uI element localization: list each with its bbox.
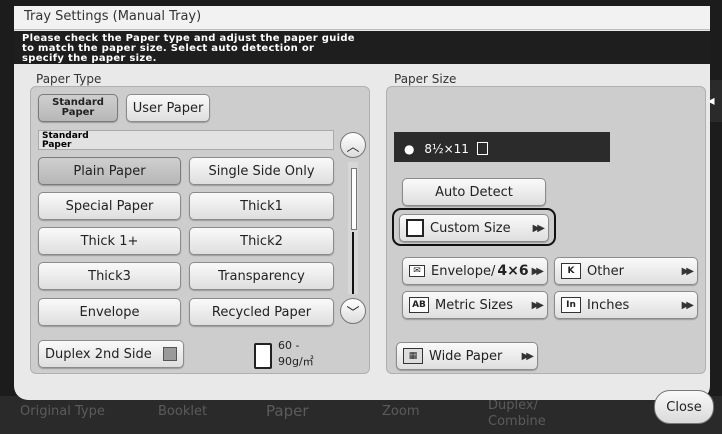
paper-type-plain-paper[interactable]: Plain Paper (38, 157, 181, 185)
envelope-icon: ✉ (409, 265, 425, 277)
paper-size-label: Paper Size (394, 72, 457, 86)
pointer-hand-icon: ● (404, 142, 415, 156)
duplex-2nd-side-button[interactable]: Duplex 2nd Side (38, 340, 184, 368)
background-tab-original-type: Original Type (20, 404, 105, 419)
scrollbar-track[interactable] (348, 162, 358, 294)
metric-sizes-label: Metric Sizes (435, 297, 514, 313)
dialog-title: Tray Settings (Manual Tray) (14, 6, 710, 30)
background-tab-combine: Combine (488, 414, 546, 429)
background-tab-booklet: Booklet (158, 404, 208, 419)
tab-standard-paper[interactable]: Standard Paper (38, 94, 118, 122)
duplex-2nd-side-label: Duplex 2nd Side (45, 346, 152, 362)
double-arrow-right-icon: ▶▶ (681, 265, 695, 277)
paper-sheet-icon (254, 343, 272, 369)
wide-paper-icon: ▦ (403, 348, 423, 364)
custom-size-label: Custom Size (430, 220, 511, 236)
section-header-standard-paper: Standard Paper (38, 130, 334, 150)
background-tab-strip: Original Type Booklet Paper Zoom Duplex/… (0, 396, 722, 434)
background-tab-duplex: Duplex/ (488, 398, 538, 413)
other-size-button[interactable]: K Other ▶▶ (554, 257, 698, 285)
inches-icon: In (561, 297, 581, 313)
other-size-icon: K (561, 263, 581, 279)
checkbox-icon (163, 347, 177, 361)
double-arrow-right-icon: ▶▶ (681, 299, 695, 311)
double-arrow-right-icon: ▶▶ (521, 350, 535, 362)
tray-settings-dialog: Tray Settings (Manual Tray) Please check… (14, 6, 710, 400)
paper-type-thick3[interactable]: Thick3 (38, 262, 181, 290)
paper-weight-line: 90g/㎡ (278, 355, 314, 368)
instruction-line: specify the paper size. (22, 53, 157, 64)
scroll-down-button[interactable]: ﹀ (340, 298, 366, 324)
paper-type-thick1[interactable]: Thick1 (189, 192, 334, 220)
scroll-up-button[interactable]: ︿ (340, 132, 366, 158)
inches-button[interactable]: In Inches ▶▶ (554, 291, 698, 319)
inches-label: Inches (587, 297, 630, 313)
paper-type-envelope[interactable]: Envelope (38, 298, 181, 326)
paper-weight-info: 60 - 90g/㎡ (254, 339, 344, 373)
tab-user-paper[interactable]: User Paper (126, 94, 210, 122)
other-label: Other (587, 263, 624, 279)
wide-paper-label: Wide Paper (429, 348, 503, 364)
double-arrow-right-icon: ▶▶ (532, 222, 546, 234)
scrollbar-line (352, 232, 354, 294)
paper-type-special-paper[interactable]: Special Paper (38, 192, 181, 220)
paper-weight-line: 60 - (278, 339, 300, 352)
paper-type-thick1-plus[interactable]: Thick 1+ (38, 227, 181, 255)
paper-type-single-side-only[interactable]: Single Side Only (189, 157, 334, 185)
paper-type-thick2[interactable]: Thick2 (189, 227, 334, 255)
instruction-message: Please check the Paper type and adjust t… (14, 31, 710, 64)
background-tab-zoom: Zoom (382, 404, 420, 419)
auto-detect-button[interactable]: Auto Detect (402, 178, 546, 206)
chevron-down-icon: ﹀ (346, 305, 360, 321)
metric-sizes-button[interactable]: AB Metric Sizes ▶▶ (402, 291, 548, 319)
tab-label: Paper (61, 107, 95, 118)
paper-type-transparency[interactable]: Transparency (189, 262, 334, 290)
scrollbar-thumb[interactable] (351, 168, 357, 230)
envelope-size-value: 4×6 (497, 263, 529, 279)
double-arrow-right-icon: ▶▶ (531, 299, 545, 311)
chevron-up-icon: ︿ (346, 139, 360, 155)
paper-type-label: Paper Type (36, 72, 102, 86)
envelope-size-button[interactable]: ✉ Envelope/ 4×6 ▶▶ (402, 257, 548, 285)
section-header-line: Paper (42, 140, 72, 150)
wide-paper-button[interactable]: ▦ Wide Paper ▶▶ (396, 342, 538, 370)
background-tab-paper: Paper (266, 402, 309, 420)
metric-sizes-icon: AB (409, 297, 429, 313)
section-header-line: Standard (42, 131, 89, 141)
portrait-paper-icon (476, 142, 488, 155)
paper-type-recycled-paper[interactable]: Recycled Paper (189, 298, 334, 326)
current-paper-size: 8½×11 (424, 142, 469, 156)
custom-size-icon (406, 219, 424, 237)
envelope-label: Envelope/ (431, 263, 496, 279)
close-button[interactable]: Close (654, 390, 714, 424)
custom-size-button[interactable]: Custom Size ▶▶ (399, 214, 549, 242)
current-paper-size-display: ● 8½×11 (394, 132, 610, 162)
double-arrow-right-icon: ▶▶ (531, 265, 545, 277)
